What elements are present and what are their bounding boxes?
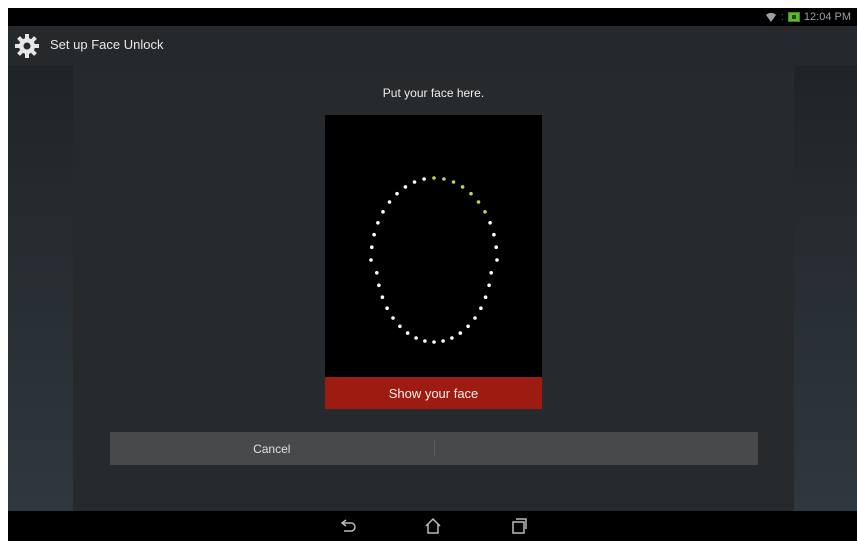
guide-dot (370, 245, 374, 249)
background-left (8, 66, 73, 511)
camera-preview (325, 115, 542, 377)
clock: 12:04 PM (803, 11, 851, 23)
guide-dot (395, 191, 399, 196)
guide-dot (414, 336, 418, 340)
home-icon[interactable] (424, 517, 442, 535)
face-guide-oval (369, 176, 499, 344)
instruction-text: Put your face here. (382, 86, 485, 100)
guide-dot (369, 258, 373, 262)
status-bar: : 12:04 PM (8, 8, 857, 26)
status-icons: : 12:04 PM (765, 10, 851, 24)
guide-dot (380, 295, 385, 299)
guide-dot (387, 200, 392, 204)
guide-dot (422, 177, 426, 181)
page-title: Set up Face Unlock (50, 37, 164, 52)
progress-dot (460, 185, 465, 189)
progress-dot (483, 210, 487, 214)
guide-dot (479, 306, 483, 310)
screen: : 12:04 PM Set up Face Unlock Put your f… (8, 8, 857, 541)
guide-dot (488, 221, 492, 225)
status-separator: : (780, 11, 784, 23)
guide-dot (487, 283, 491, 288)
guide-dot (381, 210, 385, 214)
guide-dot (412, 180, 417, 184)
guide-dot (377, 283, 381, 288)
guide-dot (450, 336, 454, 340)
guide-dot (489, 271, 493, 275)
progress-dot (442, 177, 446, 181)
wifi-icon (765, 12, 776, 22)
progress-dot (476, 200, 481, 204)
continue-button[interactable] (435, 432, 759, 465)
face-unlock-panel: Put your face here. Show your face Cance… (73, 66, 794, 511)
guide-dot (458, 331, 463, 335)
guide-dot (385, 306, 389, 310)
gear-icon[interactable] (14, 33, 40, 59)
progress-dot (451, 180, 456, 184)
guide-dot (466, 324, 470, 329)
guide-dot (403, 185, 408, 189)
guide-dot (473, 316, 477, 320)
navigation-bar (8, 511, 857, 541)
guide-dot (391, 316, 395, 320)
guide-dot (423, 339, 427, 343)
guide-dot (483, 295, 488, 299)
guide-dot (376, 221, 380, 225)
guide-dot (492, 232, 496, 237)
recent-apps-icon[interactable] (510, 517, 528, 535)
guide-dot (432, 340, 436, 344)
button-bar: Cancel (110, 432, 758, 465)
guide-dot (398, 324, 402, 329)
show-your-face-banner: Show your face (325, 377, 542, 409)
progress-dot (432, 176, 436, 180)
back-icon[interactable] (340, 517, 358, 535)
guide-dot (441, 339, 445, 343)
progress-dot (469, 191, 473, 196)
guide-dot (495, 258, 499, 262)
guide-dot (494, 245, 498, 249)
cancel-button[interactable]: Cancel (110, 432, 434, 465)
background-right (794, 66, 857, 511)
guide-dot (405, 331, 410, 335)
guide-dot (372, 232, 376, 237)
guide-dot (375, 271, 379, 275)
action-bar: Set up Face Unlock (8, 26, 857, 66)
battery-charging-icon (787, 12, 800, 22)
